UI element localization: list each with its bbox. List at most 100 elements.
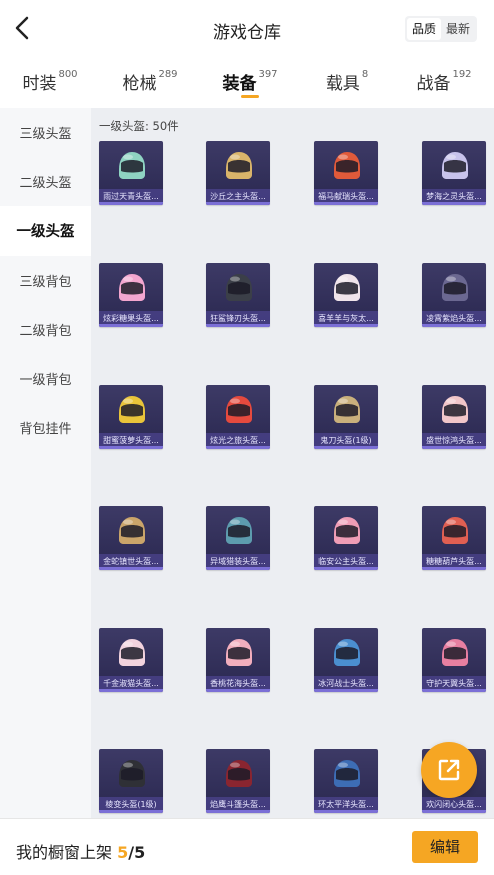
sidebar-item-level1-helmet[interactable]: 一级头盔 [0, 206, 91, 256]
item-name: 鬼刀头盔(1级) [314, 433, 378, 449]
item-card[interactable]: 狂鲨锋刃头盔... [206, 263, 270, 327]
tab-count: 397 [258, 68, 278, 80]
helmet-icon [442, 152, 468, 179]
tab-vehicles[interactable]: 载具 8 [300, 56, 394, 106]
item-card[interactable]: 喜羊羊与灰太... [314, 263, 378, 327]
sidebar-item-level2-helmet[interactable]: 二级头盔 [0, 157, 91, 206]
share-fab[interactable] [421, 742, 477, 798]
helmet-icon [442, 274, 468, 301]
item-name: 香桃花海头盔... [206, 676, 270, 692]
item-card[interactable]: 炫光之旅头盔... [206, 385, 270, 449]
item-card[interactable]: 冰河战士头盔... [314, 628, 378, 692]
item-name: 冰河战士头盔... [314, 676, 378, 692]
tab-label: 战备 [416, 73, 451, 94]
tab-label: 时装 [22, 73, 57, 94]
tab-count: 192 [452, 68, 472, 80]
helmet-icon [226, 152, 252, 179]
item-card[interactable]: 甜蜜菠萝头盔... [99, 385, 163, 449]
item-card[interactable]: 千金淑猫头盔... [99, 628, 163, 692]
item-card[interactable]: 盛世惊鸿头盔... [422, 385, 486, 449]
item-card[interactable]: 金蛇镇世头盔... [99, 506, 163, 570]
helmet-icon [334, 274, 360, 301]
item-name: 焰鹰斗篷头盔... [206, 797, 270, 813]
sidebar-item-level1-backpack[interactable]: 一级背包 [0, 354, 91, 403]
helmet-icon [334, 639, 360, 666]
helmet-icon [226, 639, 252, 666]
helmet-icon [119, 396, 145, 423]
item-name: 炫光之旅头盔... [206, 433, 270, 449]
share-icon [438, 759, 460, 781]
helmet-icon [334, 760, 360, 787]
helmet-icon [334, 152, 360, 179]
tab-supplies[interactable]: 战备 192 [394, 56, 494, 106]
item-name: 异域猎装头盔... [206, 554, 270, 570]
helmet-icon [226, 396, 252, 423]
helmet-icon [119, 152, 145, 179]
helmet-icon [226, 274, 252, 301]
item-name: 棱变头盔(1级) [99, 797, 163, 813]
showcase-status: 我的橱窗上架 5/5 [16, 839, 145, 863]
helmet-icon [334, 396, 360, 423]
item-card[interactable]: 守护天翼头盔... [422, 628, 486, 692]
item-card[interactable]: 焰鹰斗篷头盔... [206, 749, 270, 813]
item-card[interactable]: 棱变头盔(1级) [99, 749, 163, 813]
tab-count: 289 [158, 68, 178, 80]
item-name: 临安公主头盔... [314, 554, 378, 570]
helmet-icon [226, 517, 252, 544]
item-card[interactable]: 凌霄紫焰头盔... [422, 263, 486, 327]
tab-active-indicator [241, 95, 259, 98]
item-name: 喜羊羊与灰太... [314, 311, 378, 327]
item-card[interactable]: 临安公主头盔... [314, 506, 378, 570]
tab-label: 枪械 [122, 73, 157, 94]
item-card[interactable]: 鬼刀头盔(1级) [314, 385, 378, 449]
item-card[interactable]: 梦海之灵头盔... [422, 141, 486, 205]
item-card[interactable]: 炫彩糖果头盔... [99, 263, 163, 327]
sort-option-quality[interactable]: 品质 [407, 18, 441, 40]
item-grid: 一级头盔: 50件 雨过天青头盔... 沙丘之主头盔... 福马献瑞头盔... 梦海之… [91, 108, 494, 818]
item-card[interactable]: 雨过天青头盔... [99, 141, 163, 205]
item-name: 金蛇镇世头盔... [99, 554, 163, 570]
item-name: 糖糖葫芦头盔... [422, 554, 486, 570]
sort-toggle[interactable]: 品质 最新 [405, 16, 477, 42]
helmet-icon [119, 639, 145, 666]
item-card[interactable]: 福马献瑞头盔... [314, 141, 378, 205]
item-card[interactable]: 糖糖葫芦头盔... [422, 506, 486, 570]
sidebar: 三级头盔 二级头盔 一级头盔 三级背包 二级背包 一级背包 背包挂件 [0, 108, 91, 818]
sort-option-latest[interactable]: 最新 [441, 18, 475, 40]
showcase-label: 我的橱窗上架 [16, 843, 113, 862]
helmet-icon [442, 517, 468, 544]
section-title: 一级头盔: 50件 [99, 119, 179, 133]
sidebar-item-backpack-pendant[interactable]: 背包挂件 [0, 403, 91, 452]
helmet-icon [119, 274, 145, 301]
item-card[interactable]: 环太平洋头盔... [314, 749, 378, 813]
item-card[interactable]: 香桃花海头盔... [206, 628, 270, 692]
helmet-icon [226, 760, 252, 787]
tab-count: 800 [58, 68, 78, 80]
edit-button[interactable]: 编辑 [412, 831, 478, 863]
tab-equipment[interactable]: 装备 397 [200, 56, 300, 106]
item-card[interactable]: 沙丘之主头盔... [206, 141, 270, 205]
sidebar-item-level3-backpack[interactable]: 三级背包 [0, 256, 91, 305]
item-name: 环太平洋头盔... [314, 797, 378, 813]
item-name: 守护天翼头盔... [422, 676, 486, 692]
tab-count: 8 [361, 68, 369, 80]
item-name: 福马献瑞头盔... [314, 189, 378, 205]
showcase-current: 5 [117, 843, 129, 862]
helmet-icon [119, 517, 145, 544]
item-name: 狂鲨锋刃头盔... [206, 311, 270, 327]
item-name: 雨过天青头盔... [99, 189, 163, 205]
tab-guns[interactable]: 枪械 289 [100, 56, 200, 106]
helmet-icon [442, 396, 468, 423]
item-name: 梦海之灵头盔... [422, 189, 486, 205]
showcase-total: /5 [128, 843, 146, 862]
item-name: 凌霄紫焰头盔... [422, 311, 486, 327]
item-name: 欢闪闭心头盔... [422, 797, 486, 813]
sidebar-item-level3-helmet[interactable]: 三级头盔 [0, 108, 91, 157]
category-tabs: 时装 800 枪械 289 装备 397 载具 8 战备 192 [0, 56, 494, 106]
item-name: 炫彩糖果头盔... [99, 311, 163, 327]
sidebar-item-level2-backpack[interactable]: 二级背包 [0, 305, 91, 354]
tab-fashion[interactable]: 时装 800 [0, 56, 100, 106]
tab-label: 装备 [222, 73, 257, 94]
item-name: 沙丘之主头盔... [206, 189, 270, 205]
item-card[interactable]: 异域猎装头盔... [206, 506, 270, 570]
